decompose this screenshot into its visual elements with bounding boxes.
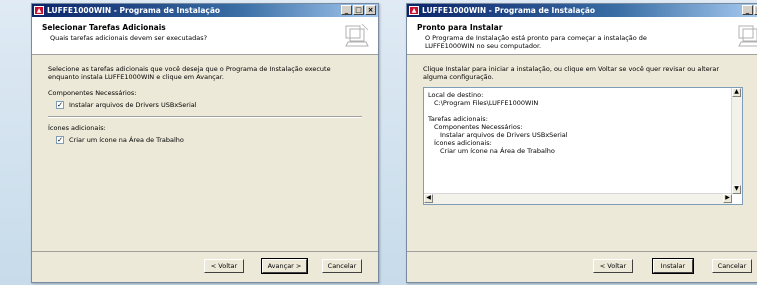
title-buttons: _ □ × <box>341 5 376 15</box>
button-bar: < Voltar Instalar Cancelar <box>407 251 757 282</box>
scroll-up-icon[interactable]: ▲ <box>732 88 741 97</box>
components-label: Componentes Necessários: <box>434 123 523 131</box>
maximize-button[interactable]: □ <box>353 5 364 15</box>
scroll-down-icon[interactable]: ▼ <box>732 185 741 194</box>
minimize-button[interactable]: _ <box>341 5 352 15</box>
cancel-button[interactable]: Cancelar <box>712 259 752 273</box>
app-icon: ▲ <box>34 6 44 15</box>
page-subtitle: Quais tarefas adicionais devem ser execu… <box>50 34 208 42</box>
dest-label: Local de destino: <box>428 91 484 99</box>
summary-memo[interactable]: Local de destino: C:\Program Files\LUFFE… <box>423 87 743 205</box>
checkbox-desktop-icon[interactable]: ✓ <box>56 136 64 144</box>
back-button[interactable]: < Voltar <box>204 259 244 273</box>
page-title: Selecionar Tarefas Adicionais <box>42 23 166 32</box>
instruction-text: Selecione as tarefas adicionais que você… <box>48 65 331 81</box>
scroll-right-icon[interactable]: ▶ <box>723 194 732 203</box>
checkbox-drivers[interactable]: ✓ <box>56 101 64 109</box>
window-title: LUFFE1000WIN - Programa de Instalação <box>422 6 596 15</box>
wizard-body: Clique Instalar para iniciar a instalaçã… <box>407 55 757 81</box>
group-icons-label: Ícones adicionais: <box>48 124 106 132</box>
title-bar[interactable]: ▲ LUFFE1000WIN - Programa de Instalação … <box>407 4 757 17</box>
next-button[interactable]: Avançar > <box>261 258 308 274</box>
window-title: LUFFE1000WIN - Programa de Instalação <box>47 6 221 15</box>
title-bar[interactable]: ▲ LUFFE1000WIN - Programa de Instalação … <box>32 4 378 17</box>
wizard-computer-icon <box>345 23 369 47</box>
wizard-body: Selecione as tarefas adicionais que você… <box>32 55 378 144</box>
back-button[interactable]: < Voltar <box>593 259 633 273</box>
checkbox-drivers-row[interactable]: ✓ Instalar arquivos de Drivers USBxSeria… <box>56 101 362 109</box>
close-button[interactable]: × <box>365 5 376 15</box>
icons-item: Criar um ícone na Área de Trabalho <box>440 147 555 155</box>
separator <box>48 116 362 118</box>
setup-window-ready: ▲ LUFFE1000WIN - Programa de Instalação … <box>406 3 757 283</box>
tasks-label: Tarefas adicionais: <box>428 115 488 123</box>
components-item: Instalar arquivos de Drivers USBxSerial <box>440 131 568 139</box>
checkbox-desktop-icon-row[interactable]: ✓ Criar um ícone na Área de Trabalho <box>56 136 362 144</box>
checkbox-desktop-icon-label[interactable]: Criar um ícone na Área de Trabalho <box>69 136 184 144</box>
group-components-label: Componentes Necessários: <box>48 89 137 97</box>
checkbox-drivers-label[interactable]: Instalar arquivos de Drivers USBxSerial <box>69 101 197 109</box>
dest-value: C:\Program Files\LUFFE1000WIN <box>434 99 539 107</box>
instruction-text: Clique Instalar para iniciar a instalaçã… <box>423 65 720 81</box>
cancel-button[interactable]: Cancelar <box>322 259 362 273</box>
vertical-scrollbar[interactable]: ▲ ▼ <box>731 88 742 194</box>
button-bar: < Voltar Avançar > Cancelar <box>32 251 378 282</box>
page-subtitle: O Programa de Instalação está pronto par… <box>425 34 647 50</box>
wizard-computer-icon <box>738 25 757 47</box>
app-icon: ▲ <box>409 6 419 15</box>
horizontal-scrollbar[interactable]: ◀ ▶ <box>424 193 732 204</box>
wizard-header: Selecionar Tarefas Adicionais Quais tare… <box>32 17 378 55</box>
install-button[interactable]: Instalar <box>652 258 694 274</box>
icons-label: Ícones adicionais: <box>434 139 492 147</box>
setup-window-tasks: ▲ LUFFE1000WIN - Programa de Instalação … <box>31 3 379 283</box>
title-buttons: _ □ <box>742 5 757 15</box>
page-title: Pronto para Instalar <box>417 23 503 32</box>
minimize-button[interactable]: _ <box>742 5 753 15</box>
scroll-left-icon[interactable]: ◀ <box>424 194 433 203</box>
wizard-header: Pronto para Instalar O Programa de Insta… <box>407 17 757 55</box>
